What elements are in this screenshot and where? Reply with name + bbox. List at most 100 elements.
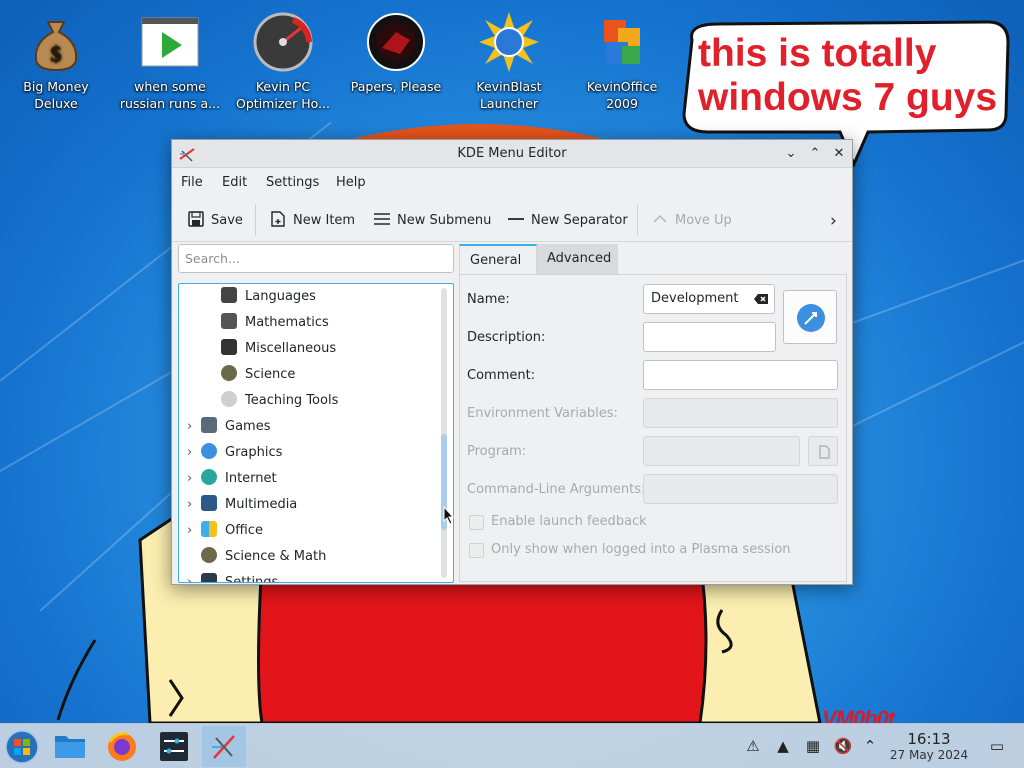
- new-submenu-button[interactable]: New Submenu: [374, 211, 491, 231]
- tree-item-miscellaneous[interactable]: Miscellaneous: [221, 336, 336, 362]
- tree-item-teaching-tools[interactable]: Teaching Tools: [221, 388, 338, 414]
- icon-picker-button[interactable]: [783, 290, 837, 344]
- tree-scrollbar[interactable]: [441, 288, 447, 578]
- volume-muted-icon[interactable]: 🔇: [833, 736, 853, 756]
- chevron-right-icon[interactable]: ›: [187, 414, 197, 440]
- tree-item-languages[interactable]: Languages: [221, 284, 316, 310]
- video-thumbnail-icon: [140, 12, 200, 72]
- new-submenu-label: New Submenu: [397, 213, 492, 228]
- updates-icon[interactable]: ▲: [773, 736, 793, 756]
- desktop-icon-kevin-pc-optimizer[interactable]: Kevin PC Optimizer Ho...: [230, 12, 336, 112]
- window-title: KDE Menu Editor: [457, 146, 567, 161]
- new-separator-button[interactable]: New Separator: [508, 211, 628, 231]
- tree-item-multimedia[interactable]: › Multimedia: [187, 492, 297, 518]
- taskbar-system-settings[interactable]: [152, 726, 196, 767]
- menu-editor-icon: [212, 735, 235, 759]
- graphics-icon: [201, 443, 217, 459]
- development-icon: [797, 304, 825, 332]
- tree-item-label: Multimedia: [225, 497, 298, 512]
- desktop-icon-video[interactable]: when some russian runs a...: [117, 12, 223, 112]
- taskbar-firefox[interactable]: [100, 726, 144, 767]
- move-up-label: Move Up: [675, 213, 732, 228]
- tree-item-label: Teaching Tools: [245, 393, 339, 408]
- chevron-right-icon[interactable]: ›: [187, 440, 197, 466]
- tree-item-mathematics[interactable]: Mathematics: [221, 310, 329, 336]
- description-field[interactable]: [643, 322, 776, 352]
- chevron-down-icon[interactable]: ⌄: [782, 145, 800, 163]
- cmd-args-field[interactable]: [643, 474, 838, 504]
- tree-item-settings[interactable]: › Settings: [187, 570, 279, 583]
- notifications-icon[interactable]: ⚠: [743, 736, 763, 756]
- title-bar[interactable]: KDE Menu Editor ⌄ ⌃ ✕: [172, 140, 852, 168]
- tree-item-label: Miscellaneous: [245, 341, 337, 356]
- tree-item-label: Settings: [225, 575, 279, 583]
- tree-item-games[interactable]: › Games: [187, 414, 270, 440]
- chevron-up-icon[interactable]: ⌃: [860, 736, 880, 756]
- tab-general[interactable]: General: [459, 244, 537, 274]
- move-up-button[interactable]: Move Up: [652, 211, 732, 231]
- tree-item-label: Science & Math: [225, 549, 327, 564]
- start-button[interactable]: [0, 726, 44, 767]
- close-icon[interactable]: ✕: [830, 145, 848, 163]
- program-field[interactable]: [643, 436, 800, 466]
- comment-field[interactable]: [643, 360, 838, 390]
- tree-item-label: Science: [245, 367, 296, 382]
- menu-settings[interactable]: Settings: [266, 175, 319, 190]
- desktop-icon-label: Big Money Deluxe: [23, 79, 89, 111]
- general-panel: Name: Development Description: Comment: …: [459, 274, 847, 582]
- taskbar-file-manager[interactable]: [48, 726, 92, 767]
- tree-item-label: Office: [225, 523, 263, 538]
- tree-item-science[interactable]: Science: [221, 362, 295, 388]
- office-icon: [201, 521, 217, 537]
- plasma-only-checkbox[interactable]: [469, 543, 484, 558]
- menu-file[interactable]: File: [181, 175, 203, 190]
- tree-item-science-math[interactable]: Science & Math: [187, 544, 326, 570]
- teaching-tools-icon: [221, 391, 237, 407]
- tree-item-office[interactable]: › Office: [187, 518, 263, 544]
- clear-text-icon[interactable]: [753, 291, 769, 307]
- tree-item-internet[interactable]: › Internet: [187, 466, 277, 492]
- chevron-right-icon[interactable]: ›: [187, 570, 197, 582]
- chevron-right-icon[interactable]: ›: [187, 492, 197, 518]
- chevron-right-icon[interactable]: ›: [830, 211, 837, 231]
- menu-edit[interactable]: Edit: [222, 175, 247, 190]
- clock-time: 16:13: [907, 730, 951, 748]
- save-button[interactable]: Save: [188, 211, 243, 231]
- desktop-icon-big-money[interactable]: $ Big Money Deluxe: [3, 12, 109, 112]
- name-label: Name:: [467, 292, 510, 307]
- search-input[interactable]: Search...: [178, 244, 454, 273]
- desktop-icon-papers-please[interactable]: Papers, Please: [343, 12, 449, 95]
- browse-program-button[interactable]: [808, 436, 838, 466]
- clock[interactable]: 16:13 27 May 2024: [882, 731, 976, 763]
- save-icon: [188, 211, 204, 227]
- chevron-right-icon[interactable]: ›: [187, 466, 197, 492]
- start-orb-icon: [5, 730, 39, 764]
- clipboard-icon[interactable]: ▦: [803, 736, 823, 756]
- settings-icon: [201, 573, 217, 582]
- desktop-icon-kevinoffice[interactable]: KevinOffice 2009: [569, 12, 675, 112]
- desktop-icon-kevinblast[interactable]: KevinBlast Launcher: [456, 12, 562, 112]
- tree-item-label: Games: [225, 419, 271, 434]
- chevron-right-icon[interactable]: ›: [187, 518, 197, 544]
- new-separator-label: New Separator: [531, 213, 628, 228]
- menu-tree: Languages Mathematics Miscellaneous Scie…: [178, 283, 454, 583]
- chevron-up-icon[interactable]: ⌃: [806, 145, 824, 163]
- show-desktop-icon[interactable]: ▭: [987, 736, 1007, 756]
- desktop-icon-label: Papers, Please: [350, 79, 442, 94]
- internet-icon: [201, 469, 217, 485]
- tree-item-graphics[interactable]: › Graphics: [187, 440, 282, 466]
- bubble-text: this is totally windows 7 guys: [698, 32, 998, 119]
- new-item-button[interactable]: New Item: [270, 211, 355, 231]
- name-field[interactable]: Development: [643, 284, 775, 314]
- env-variables-field[interactable]: [643, 398, 838, 428]
- menu-help[interactable]: Help: [336, 175, 366, 190]
- multimedia-icon: [201, 495, 217, 511]
- tab-advanced[interactable]: Advanced: [537, 244, 618, 274]
- cursor-icon: [443, 506, 455, 525]
- tree-item-label: Internet: [225, 471, 277, 486]
- tree-item-label: Languages: [245, 289, 316, 304]
- taskbar-menu-editor[interactable]: [202, 726, 246, 767]
- science-math-icon: [201, 547, 217, 563]
- launch-feedback-checkbox[interactable]: [469, 515, 484, 530]
- games-icon: [201, 417, 217, 433]
